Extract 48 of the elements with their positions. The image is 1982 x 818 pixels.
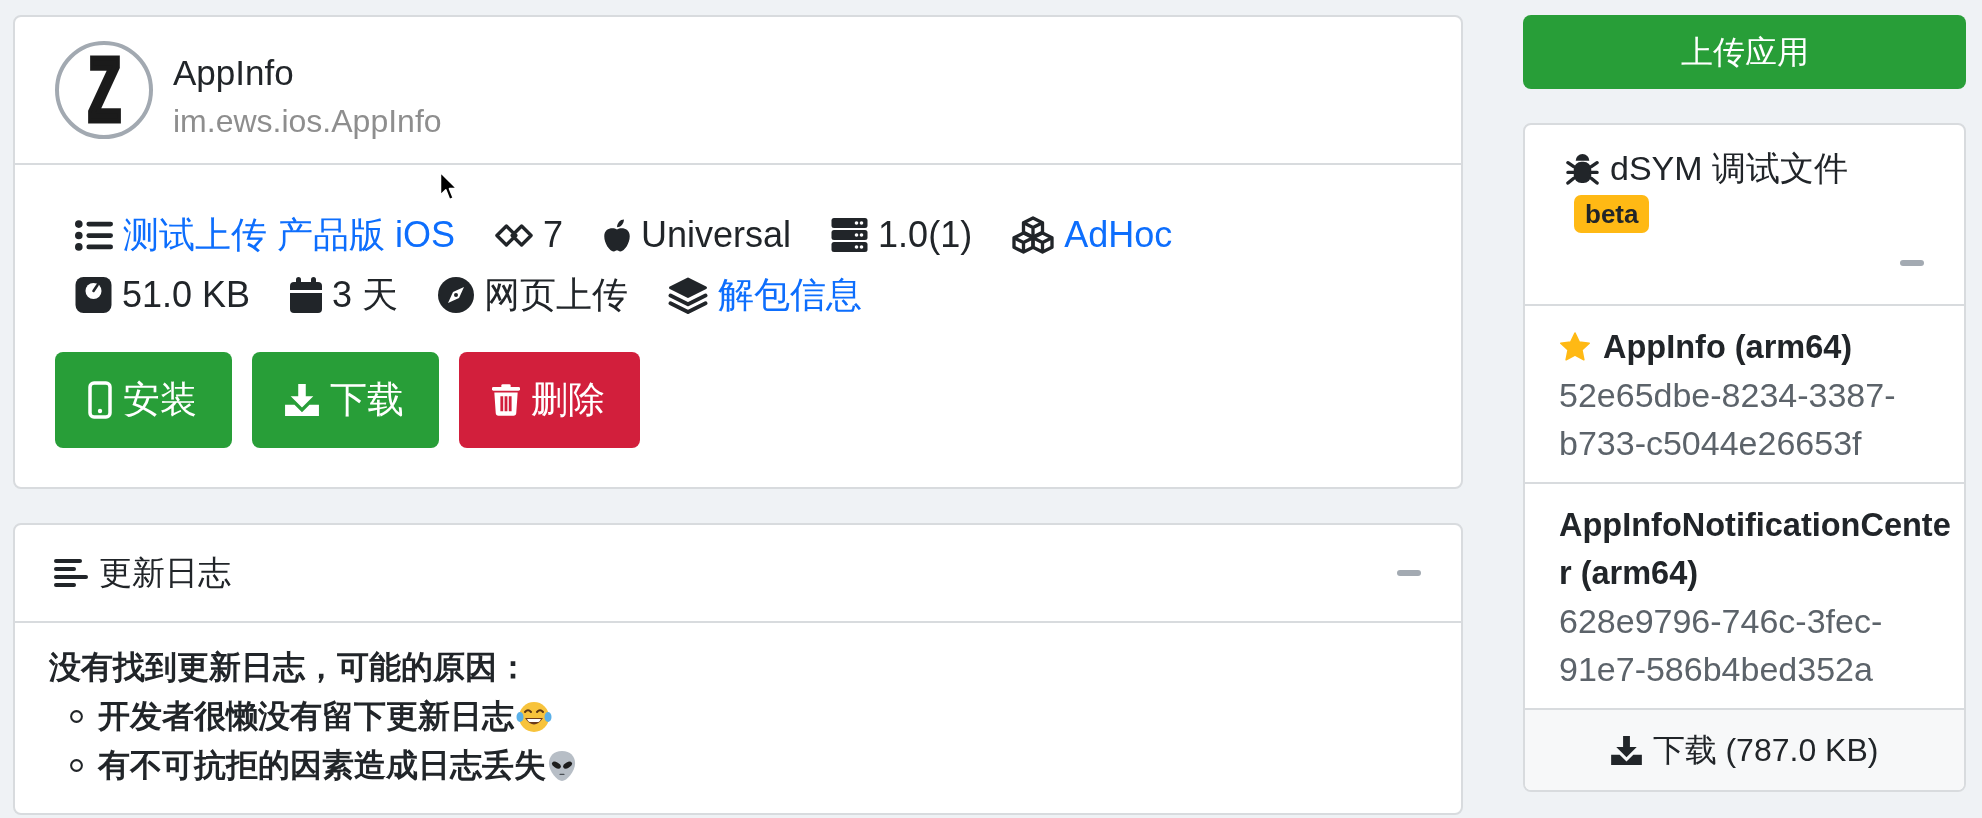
upload-source-text: 网页上传 xyxy=(484,273,629,317)
phone-icon xyxy=(88,381,112,419)
reason-text: 有不可抗拒的因素造成日志丢失 xyxy=(98,746,546,785)
layers-icon xyxy=(668,276,709,314)
version-text: 1.0(1) xyxy=(878,213,973,257)
beta-badge: beta xyxy=(1574,195,1650,233)
file-name: AppInfo (arm64) xyxy=(1603,329,1853,365)
delete-button[interactable]: 删除 xyxy=(459,352,640,448)
linked-diamonds-icon xyxy=(495,223,533,247)
minus-icon[interactable] xyxy=(1397,570,1421,576)
text-lines-icon xyxy=(54,559,88,587)
app-icon-letter: Z xyxy=(87,54,121,126)
file-name: AppInfoNotificationCenter (arm64) xyxy=(1559,507,1951,591)
channel-link[interactable]: 测试上传 产品版 iOS xyxy=(123,208,455,262)
cubes-icon xyxy=(1012,216,1055,254)
distribution-link[interactable]: AdHoc xyxy=(1064,208,1173,262)
alien-face-icon xyxy=(548,749,576,782)
bullet-icon xyxy=(70,759,83,772)
laughing-face-icon xyxy=(516,699,552,734)
server-icon xyxy=(831,218,869,252)
trash-icon xyxy=(492,384,520,416)
changelog-message: 没有找到更新日志，可能的原因： xyxy=(49,648,530,687)
download-button[interactable]: 下载 xyxy=(252,352,439,448)
apple-icon xyxy=(603,218,632,252)
changelog-title: 更新日志 xyxy=(99,553,231,594)
upload-age-text: 3 天 xyxy=(332,273,399,317)
build-number-text: 7 xyxy=(543,213,564,257)
file-uuid: 52e65dbe-8234-3387-b733-c5044e26653f xyxy=(1559,375,1897,464)
download-icon xyxy=(285,384,319,416)
weight-scale-icon xyxy=(75,277,112,313)
minus-icon[interactable] xyxy=(1900,260,1924,266)
file-uuid: 628e9796-746c-3fec-91e7-586b4bed352a xyxy=(1559,601,1884,690)
list-icon xyxy=(75,219,113,251)
app-name: AppInfo xyxy=(173,52,295,94)
bundle-id: im.ews.ios.AppInfo xyxy=(173,102,442,141)
dsym-title: dSYM 调试文件 xyxy=(1610,148,1849,189)
compass-icon xyxy=(438,277,475,313)
install-button[interactable]: 安装 xyxy=(55,352,232,448)
reason-text: 开发者很懒没有留下更新日志 xyxy=(98,697,514,736)
platform-text: Universal xyxy=(641,213,792,257)
download-icon xyxy=(1610,735,1642,765)
unpack-info-link[interactable]: 解包信息 xyxy=(718,268,863,322)
upload-button[interactable]: 上传应用 xyxy=(1523,15,1966,89)
download-button[interactable]: 下载 (787.0 KB) xyxy=(1525,710,1964,790)
calendar-icon xyxy=(290,277,323,313)
bullet-icon xyxy=(70,710,83,723)
bug-icon xyxy=(1566,151,1599,185)
file-size-text: 51.0 KB xyxy=(122,273,251,317)
